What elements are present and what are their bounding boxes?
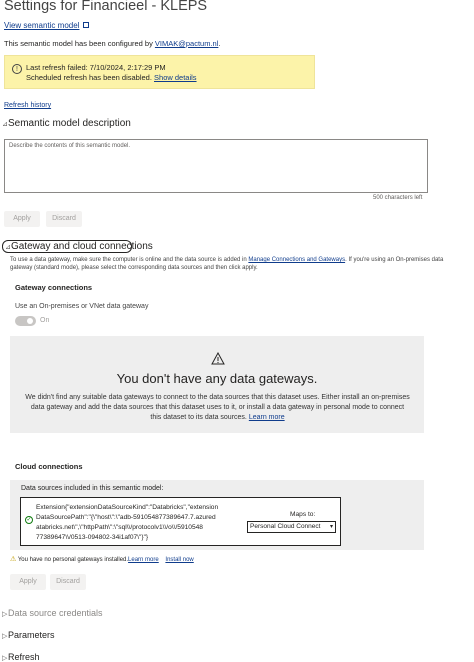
warning-circle-icon: ! bbox=[12, 64, 22, 74]
description-apply-button[interactable]: Apply bbox=[4, 211, 40, 227]
alert-line-2: Scheduled refresh has been disabled. Sho… bbox=[26, 73, 197, 82]
gateway-cloud-connections-heading: Gateway and cloud connections bbox=[11, 241, 153, 252]
maps-to-label: Maps to: bbox=[290, 511, 316, 518]
external-link-icon bbox=[83, 22, 90, 28]
maps-to-value: Personal Cloud Connect bbox=[250, 523, 321, 530]
characters-left-text: 500 characters left bbox=[373, 195, 423, 201]
use-gateway-label: Use an On-premises or VNet data gateway bbox=[15, 303, 149, 310]
view-semantic-model-link[interactable]: View semantic model bbox=[4, 21, 90, 30]
install-now-link[interactable]: Install now bbox=[165, 557, 193, 563]
description-placeholder: Describe the contents of this semantic m… bbox=[9, 143, 131, 149]
gateway-cloud-connections-header[interactable]: ⊿Gateway and cloud connections bbox=[2, 240, 153, 253]
configured-by-text: This semantic model has been configured … bbox=[4, 39, 220, 48]
no-gateways-body-text: We didn't find any suitable data gateway… bbox=[25, 394, 410, 421]
show-details-link[interactable]: Show details bbox=[154, 73, 197, 82]
refresh-history-link[interactable]: Refresh history bbox=[4, 102, 51, 109]
description-textarea[interactable]: Describe the contents of this semantic m… bbox=[4, 139, 428, 193]
maps-to-select[interactable]: Personal Cloud Connect ▾ bbox=[247, 521, 336, 533]
parameters-heading: Parameters bbox=[8, 630, 55, 640]
gateway-desc-part1: To use a data gateway, make sure the com… bbox=[10, 257, 249, 263]
configured-suffix: . bbox=[218, 39, 221, 48]
data-source-credentials-header[interactable]: ▷Data source credentials bbox=[2, 608, 103, 618]
configured-prefix: This semantic model has been configured … bbox=[4, 39, 155, 48]
parameters-header[interactable]: ▷Parameters bbox=[2, 630, 55, 640]
cloud-connections-heading: Cloud connections bbox=[15, 462, 83, 471]
chevron-down-icon: ▾ bbox=[329, 524, 333, 530]
gateway-apply-button[interactable]: Apply bbox=[10, 574, 46, 590]
data-source-path-line: DataSourcePath":"{\"host\":\"adb-5910548… bbox=[36, 514, 216, 521]
semantic-model-description-heading: Semantic model description bbox=[8, 118, 131, 129]
manage-connections-link[interactable]: Manage Connections and Gateways bbox=[248, 257, 345, 263]
data-source-path: Extension{"extensionDataSourceKind":"Dat… bbox=[36, 503, 234, 543]
data-source-path-line: Extension{"extensionDataSourceKind":"Dat… bbox=[36, 504, 219, 511]
data-source-path-line: atabricks.net\",\"httpPath\":\"sql\\/pro… bbox=[36, 524, 203, 531]
gateway-discard-button[interactable]: Discard bbox=[50, 574, 86, 590]
alert-line-2-text: Scheduled refresh has been disabled. bbox=[26, 73, 152, 82]
no-gateways-learn-more-link[interactable]: Learn more bbox=[249, 414, 285, 421]
no-gateways-body: We didn't find any suitable data gateway… bbox=[25, 393, 410, 423]
gateway-description: To use a data gateway, make sure the com… bbox=[10, 256, 450, 272]
gateway-connections-heading: Gateway connections bbox=[15, 283, 93, 292]
personal-learn-more-link[interactable]: Learn more bbox=[128, 557, 159, 563]
warning-small-icon: ⚠ bbox=[10, 556, 17, 563]
toggle-knob bbox=[27, 318, 33, 324]
refresh-failed-alert: ! Last refresh failed: 7/10/2024, 2:17:2… bbox=[4, 55, 315, 89]
description-discard-button[interactable]: Discard bbox=[46, 211, 82, 227]
toggle-state-label: On bbox=[40, 317, 50, 324]
data-source-path-line: 77389647\\/0513-094802-34i1af07\"}"} bbox=[36, 534, 149, 541]
configured-by-email-link[interactable]: VIMAK@pactum.nl bbox=[155, 39, 218, 48]
view-semantic-model-label[interactable]: View semantic model bbox=[4, 21, 79, 30]
page-title: Settings for Financieel - KLEPS bbox=[4, 0, 208, 14]
semantic-model-description-header[interactable]: ⊿Semantic model description bbox=[2, 118, 131, 129]
check-circle-icon: ✓ bbox=[25, 516, 33, 524]
no-personal-gateways-row: ⚠ You have no personal gateways installe… bbox=[10, 555, 194, 563]
warning-triangle-icon bbox=[211, 352, 225, 365]
data-sources-included-label: Data sources included in this semantic m… bbox=[21, 485, 164, 492]
alert-line-1: Last refresh failed: 7/10/2024, 2:17:29 … bbox=[26, 63, 166, 72]
no-personal-gateways-text: You have no personal gateways installed. bbox=[17, 557, 129, 563]
no-gateways-title: You don't have any data gateways. bbox=[116, 371, 318, 386]
data-source-credentials-heading: Data source credentials bbox=[8, 608, 103, 618]
